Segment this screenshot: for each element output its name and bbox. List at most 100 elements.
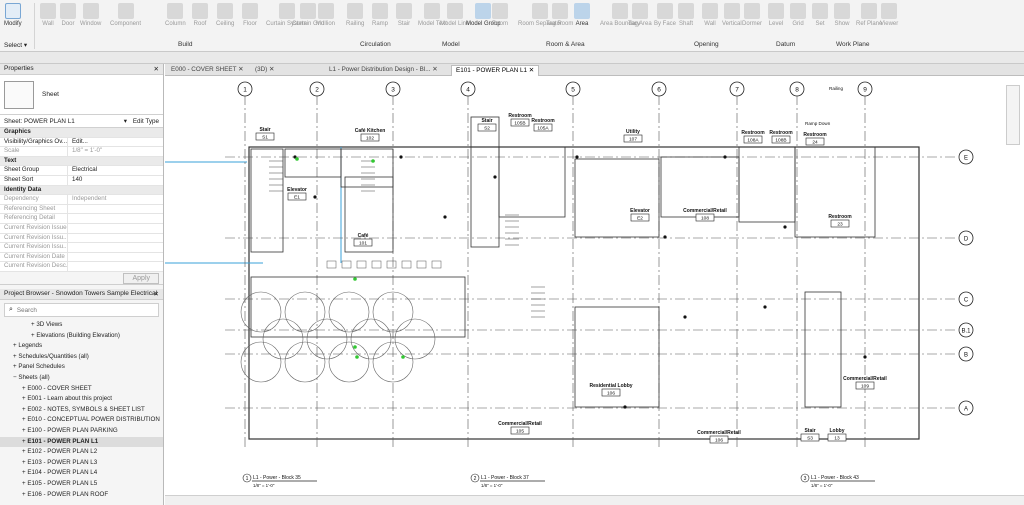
- browser-item[interactable]: + E104 - POWER PLAN L4: [0, 468, 163, 479]
- browser-item[interactable]: + E002 - NOTES, SYMBOLS & SHEET LIST: [0, 405, 163, 416]
- ribbon-tool-level[interactable]: Level: [768, 3, 784, 27]
- room-number: 108B: [775, 138, 786, 144]
- property-row[interactable]: Sheet Group Electrical: [0, 166, 163, 176]
- browser-item[interactable]: + Schedules/Quantities (all): [0, 352, 163, 363]
- edit-type-button[interactable]: Edit Type: [133, 118, 159, 125]
- ribbon-tool-vertical[interactable]: Vertical: [722, 3, 742, 27]
- ribbon-tool-shaft[interactable]: Shaft: [678, 3, 694, 27]
- property-value[interactable]: Electrical: [68, 166, 163, 175]
- browser-item[interactable]: + E101 - POWER PLAN L1: [0, 436, 163, 448]
- panel-indicator: [295, 157, 299, 161]
- select-dropdown[interactable]: Select ▾: [4, 41, 27, 49]
- drawing-canvas[interactable]: 1 2 3 4 5 6 7 8 9 E D C B.1 B A Stair S1 Café Kitchen 102 E…: [165, 77, 1024, 495]
- property-row[interactable]: Current Revision Issued: [0, 223, 163, 234]
- panel-label-work-plane: Work Plane: [836, 41, 870, 48]
- properties-header: Properties ✕: [0, 64, 163, 75]
- ribbon-tool-stair[interactable]: Stair: [396, 3, 412, 27]
- ribbon-tool-column[interactable]: Column: [165, 3, 186, 27]
- property-value[interactable]: [68, 262, 163, 271]
- ribbon-tool-ramp[interactable]: Ramp: [372, 3, 388, 27]
- property-row[interactable]: Dependency Independent: [0, 195, 163, 205]
- property-row[interactable]: Current Revision Issu...: [0, 233, 163, 244]
- browser-item[interactable]: − Sheets (all): [0, 373, 163, 384]
- property-value[interactable]: [68, 224, 163, 233]
- browser-item[interactable]: + E106 - POWER PLAN ROOF: [0, 490, 163, 501]
- browser-item[interactable]: + Legends: [0, 341, 163, 352]
- ribbon-tool-viewer[interactable]: Viewer: [880, 3, 898, 27]
- floor-plan: 1 2 3 4 5 6 7 8 9EDCB.1BAStairS1Café Kitchen102E…: [165, 81, 974, 488]
- ribbon-tool-tag-room[interactable]: Tag Room: [546, 3, 573, 27]
- navigation-bar[interactable]: [1006, 85, 1020, 145]
- ribbon-tool-floor[interactable]: Floor: [242, 3, 258, 27]
- ribbon-tool-component[interactable]: Component: [110, 3, 141, 27]
- property-value[interactable]: Independent: [68, 195, 163, 204]
- property-key: Current Revision Issued: [0, 223, 68, 233]
- ribbon-tool-wall[interactable]: Wall: [702, 3, 718, 27]
- ribbon-tool-wall[interactable]: Wall: [40, 3, 56, 27]
- tool-label: Shaft: [678, 21, 693, 27]
- type-selector[interactable]: Sheet: [0, 75, 163, 115]
- browser-item[interactable]: + E102 - POWER PLAN L2: [0, 447, 163, 458]
- instance-selector[interactable]: Sheet: POWER PLAN L1: [4, 118, 124, 125]
- property-row[interactable]: Current Revision Date: [0, 252, 163, 263]
- ribbon-tool-ref-plane[interactable]: Ref Plane: [856, 3, 882, 27]
- close-icon[interactable]: ✕: [154, 290, 159, 298]
- property-value[interactable]: [68, 205, 163, 214]
- ribbon-tool-grid[interactable]: Grid: [790, 3, 806, 27]
- property-row[interactable]: Sheet Sort 140: [0, 175, 163, 186]
- browser-item[interactable]: + Elevations (Building Elevation): [0, 331, 163, 342]
- ribbon-tool-set[interactable]: Set: [812, 3, 828, 27]
- browser-search-input[interactable]: [16, 306, 147, 314]
- property-value[interactable]: [68, 243, 163, 252]
- tab-3d[interactable]: (3D) ✕: [251, 65, 278, 76]
- ribbon-tool-door[interactable]: Door: [60, 3, 76, 27]
- property-row[interactable]: Current Revision Issu...: [0, 243, 163, 253]
- tool-icon: [60, 3, 76, 19]
- browser-item[interactable]: + Panel Schedules: [0, 362, 163, 373]
- browser-item[interactable]: + E010 - CONCEPTUAL POWER DISTRIBUTION: [0, 415, 163, 426]
- ribbon-tool-mullion[interactable]: Mullion: [316, 3, 335, 27]
- browser-item[interactable]: + E103 - POWER PLAN L3: [0, 458, 163, 469]
- property-row[interactable]: Current Revision Desc...: [0, 262, 163, 272]
- property-value[interactable]: 1/8" = 1'-0": [68, 147, 163, 156]
- ribbon-tool-window[interactable]: Window: [80, 3, 101, 27]
- property-row[interactable]: Referencing Sheet: [0, 204, 163, 215]
- ribbon-tool-railing[interactable]: Railing: [346, 3, 364, 27]
- browser-item[interactable]: + E100 - POWER PLAN PARKING: [0, 426, 163, 437]
- grid-label: 4: [466, 87, 470, 94]
- modify-button[interactable]: Modify: [4, 3, 22, 27]
- tool-label: By Face: [654, 21, 677, 27]
- panel-label-circulation: Circulation: [360, 41, 391, 48]
- property-row[interactable]: Scale 1/8" = 1'-0": [0, 147, 163, 157]
- ribbon-tool-room[interactable]: Room: [492, 3, 508, 27]
- property-value[interactable]: Edit...: [68, 138, 163, 147]
- browser-item[interactable]: + E000 - COVER SHEET: [0, 384, 163, 395]
- close-icon[interactable]: ✕: [154, 65, 159, 73]
- browser-item-label: 3D Views: [36, 321, 63, 328]
- ribbon-tool-roof[interactable]: Roof: [192, 3, 208, 27]
- ribbon-tool-area[interactable]: Area: [574, 3, 590, 27]
- property-value[interactable]: [68, 214, 163, 223]
- browser-item[interactable]: + 3D Views: [0, 320, 163, 331]
- ribbon-tool-tag-area[interactable]: Tag Area: [628, 3, 652, 27]
- ribbon-tool-dormer[interactable]: Dormer: [742, 3, 762, 27]
- property-value[interactable]: 140: [68, 176, 163, 185]
- ribbon-tool-ceiling[interactable]: Ceiling: [216, 3, 234, 27]
- property-value[interactable]: [68, 253, 163, 262]
- browser-item[interactable]: + E105 - POWER PLAN L5: [0, 479, 163, 490]
- tab-cover-sheet[interactable]: E000 - COVER SHEET ✕: [167, 65, 247, 76]
- grid-label: B.1: [961, 329, 971, 335]
- ribbon-tool-by-face[interactable]: By Face: [654, 3, 676, 27]
- ribbon-tool-model-line[interactable]: Model Line: [440, 3, 469, 27]
- tab-power-distribution[interactable]: L1 - Power Distribution Design - Bl... ✕: [325, 65, 442, 76]
- property-row[interactable]: Referencing Detail: [0, 214, 163, 224]
- tab-power-plan-l1[interactable]: E101 - POWER PLAN L1 ✕: [451, 65, 540, 76]
- browser-item[interactable]: + E001 - Learn about this project: [0, 394, 163, 405]
- room-number: S1: [262, 135, 268, 141]
- property-row[interactable]: Visibility/Graphics Ov... Edit...: [0, 137, 163, 148]
- chevron-down-icon[interactable]: ▾: [124, 118, 127, 125]
- ribbon-tool-show[interactable]: Show: [834, 3, 850, 27]
- apply-button[interactable]: Apply: [123, 272, 159, 284]
- tool-label: Area: [575, 21, 589, 27]
- property-value[interactable]: [68, 234, 163, 243]
